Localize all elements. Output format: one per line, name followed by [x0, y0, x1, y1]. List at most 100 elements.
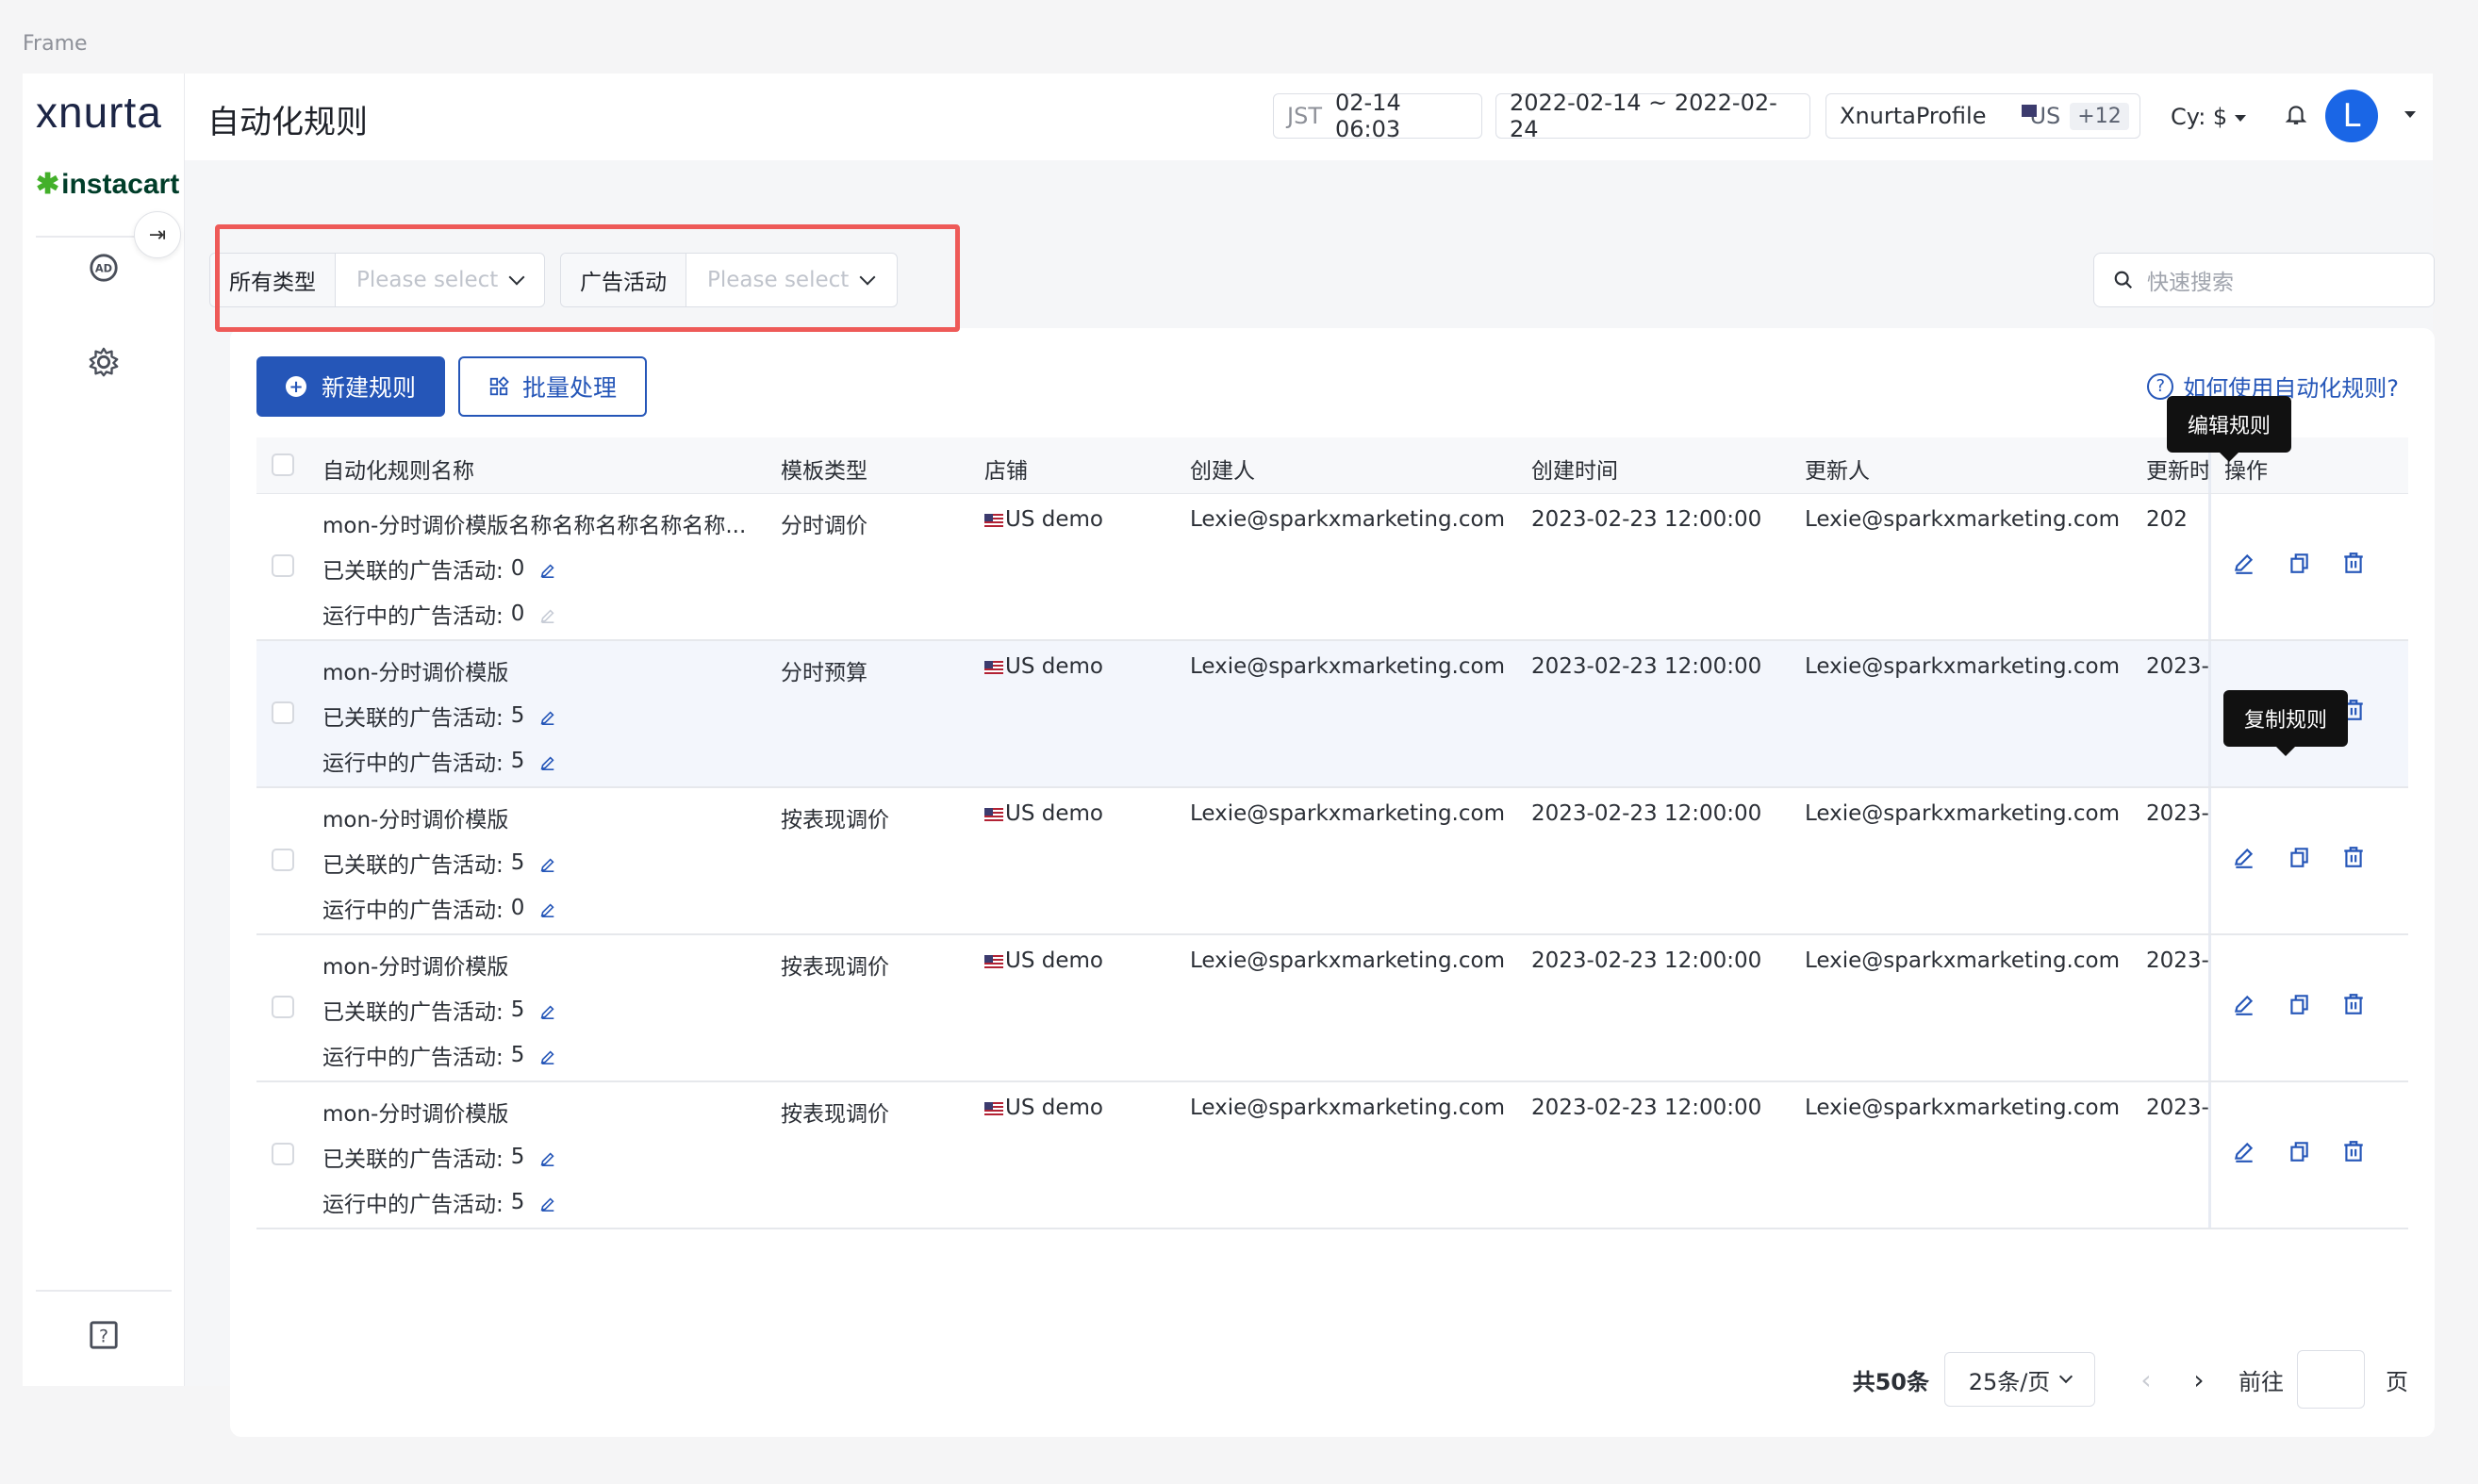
- rule-name[interactable]: mon-分时调价模版: [322, 948, 508, 981]
- timezone-clock[interactable]: JST 02-14 06:03: [1273, 90, 1482, 142]
- edit-rule-button[interactable]: [2232, 992, 2256, 1022]
- goto-page-input[interactable]: [2297, 1350, 2365, 1409]
- row-checkbox[interactable]: [272, 554, 294, 577]
- page-size-select[interactable]: 25条/页: [1944, 1352, 2095, 1407]
- new-rule-button[interactable]: + 新建规则: [256, 356, 445, 417]
- edit-linked-pencil-icon[interactable]: [539, 707, 556, 726]
- rule-name[interactable]: mon-分时调价模版: [322, 654, 508, 686]
- row-checkbox[interactable]: [272, 849, 294, 871]
- pencil-icon: [2234, 995, 2254, 1015]
- copy-rule-button[interactable]: [2287, 551, 2311, 581]
- edit-running-pencil-icon[interactable]: [539, 1194, 556, 1212]
- pencil-icon: [2234, 848, 2254, 868]
- running-count: 5: [510, 1043, 525, 1067]
- col-updater[interactable]: 更新人: [1805, 453, 1870, 485]
- copy-rule-button[interactable]: [2287, 845, 2311, 875]
- running-campaigns: 运行中的广告活动: 0: [322, 598, 556, 630]
- date-range-picker[interactable]: 2022-02-14 ~ 2022-02-24: [1495, 90, 1810, 142]
- rule-name[interactable]: mon-分时调价模版名称名称名称名称名称...: [322, 507, 746, 539]
- edit-linked-pencil-icon[interactable]: [539, 1148, 556, 1167]
- edit-rule-button[interactable]: [2232, 551, 2256, 581]
- running-count: 5: [510, 749, 525, 773]
- batch-process-label: 批量处理: [521, 374, 617, 402]
- sidebar-bottom-divider: [36, 1290, 172, 1292]
- store-name: US demo: [1005, 1096, 1103, 1120]
- profile-selector[interactable]: XnurtaProfile US +12: [1825, 93, 2140, 139]
- edit-linked-pencil-icon[interactable]: [539, 1001, 556, 1020]
- trash-icon: [2344, 1141, 2363, 1162]
- creator: Lexie@sparkxmarketing.com: [1190, 654, 1505, 679]
- search-input[interactable]: 快速搜索: [2093, 253, 2435, 307]
- batch-process-button[interactable]: 批量处理: [458, 356, 647, 417]
- store: US demo: [984, 1096, 1103, 1120]
- store-name: US demo: [1005, 654, 1103, 679]
- edit-running-pencil-icon[interactable]: [539, 605, 556, 624]
- col-template-type[interactable]: 模板类型: [781, 453, 867, 485]
- delete-rule-button[interactable]: [2341, 551, 2366, 581]
- table-row[interactable]: mon-分时调价模版 已关联的广告活动: 5 运行中的广告活动: 5 分时预算 US…: [256, 641, 2408, 788]
- collapse-sidebar-button[interactable]: ⇥: [134, 211, 181, 258]
- page-suffix: 页: [2386, 1368, 2408, 1395]
- template-type: 分时调价: [781, 514, 867, 538]
- search-icon: [2114, 271, 2133, 289]
- table-row[interactable]: mon-分时调价模版 已关联的广告活动: 5 运行中的广告活动: 0 按表现调价 U…: [256, 788, 2408, 935]
- linked-count: 5: [510, 850, 525, 875]
- template-type: 按表现调价: [781, 955, 889, 980]
- edit-running-pencil-icon[interactable]: [539, 1047, 556, 1065]
- edit-running-pencil-icon[interactable]: [539, 899, 556, 918]
- select-all-checkbox[interactable]: [272, 453, 294, 476]
- avatar[interactable]: L: [2325, 90, 2378, 142]
- running-label: 运行中的广告活动:: [322, 751, 504, 776]
- new-rule-label: 新建规则: [321, 374, 416, 402]
- copy-icon: [2290, 1142, 2308, 1162]
- frame-label: Frame: [23, 32, 88, 56]
- prev-page-button[interactable]: ‹: [2120, 1364, 2172, 1395]
- copy-icon: [2290, 848, 2308, 867]
- sidebar-item-ads[interactable]: AD: [87, 251, 121, 285]
- xnurta-logo[interactable]: xnurta: [36, 87, 162, 138]
- store: US demo: [984, 948, 1103, 973]
- sidebar-item-automation[interactable]: [87, 345, 121, 379]
- search-placeholder: 快速搜索: [2147, 271, 2234, 295]
- edit-linked-pencil-icon[interactable]: [539, 854, 556, 873]
- col-updated-time[interactable]: 更新时: [2146, 453, 2211, 485]
- sidebar: xnurta ✱instacart ⇥ AD ?: [23, 74, 185, 1386]
- edit-rule-button[interactable]: [2232, 1139, 2256, 1169]
- table-row[interactable]: mon-分时调价模版名称名称名称名称名称... 已关联的广告活动: 0 运行中的广…: [256, 494, 2408, 641]
- us-flag-icon: [984, 954, 1003, 968]
- linked-campaigns: 已关联的广告活动: 5: [322, 1141, 556, 1173]
- edit-rule-button[interactable]: [2232, 845, 2256, 875]
- row-checkbox[interactable]: [272, 1143, 294, 1165]
- table-row[interactable]: mon-分时调价模版 已关联的广告活动: 5 运行中的广告活动: 5 按表现调价 U…: [256, 1082, 2408, 1229]
- row-checkbox[interactable]: [272, 996, 294, 1018]
- col-creator[interactable]: 创建人: [1190, 453, 1255, 485]
- row-checkbox[interactable]: [272, 701, 294, 724]
- delete-rule-button[interactable]: [2341, 845, 2366, 875]
- col-created-time[interactable]: 创建时间: [1531, 453, 1618, 485]
- running-campaigns: 运行中的广告活动: 5: [322, 1186, 556, 1218]
- col-store[interactable]: 店铺: [984, 453, 1028, 485]
- store: US demo: [984, 507, 1103, 532]
- page-size-value: 25条/页: [1968, 1368, 2051, 1395]
- table-row[interactable]: mon-分时调价模版 已关联的广告活动: 5 运行中的广告活动: 5 按表现调价 U…: [256, 935, 2408, 1082]
- account-menu-caret-icon[interactable]: [2404, 111, 2416, 118]
- creator: Lexie@sparkxmarketing.com: [1190, 948, 1505, 973]
- row-actions: [2208, 935, 2408, 1080]
- store-name: US demo: [1005, 507, 1103, 532]
- col-rule-name[interactable]: 自动化规则名称: [322, 453, 474, 485]
- edit-linked-pencil-icon[interactable]: [539, 560, 556, 579]
- notification-button[interactable]: [2284, 102, 2308, 130]
- copy-rule-button[interactable]: [2287, 1139, 2311, 1169]
- rule-name[interactable]: mon-分时调价模版: [322, 801, 508, 833]
- template-type: 按表现调价: [781, 1102, 889, 1127]
- currency-selector[interactable]: Cy: $: [2171, 104, 2247, 130]
- grid-icon: [489, 376, 509, 396]
- delete-rule-button[interactable]: [2341, 992, 2366, 1022]
- rule-name[interactable]: mon-分时调价模版: [322, 1096, 508, 1128]
- sidebar-help-button[interactable]: ?: [87, 1318, 121, 1352]
- next-page-button[interactable]: ›: [2172, 1364, 2225, 1395]
- copy-rule-button[interactable]: [2287, 992, 2311, 1022]
- delete-rule-button[interactable]: [2341, 1139, 2366, 1169]
- edit-running-pencil-icon[interactable]: [539, 752, 556, 771]
- store-name: US demo: [1005, 948, 1103, 973]
